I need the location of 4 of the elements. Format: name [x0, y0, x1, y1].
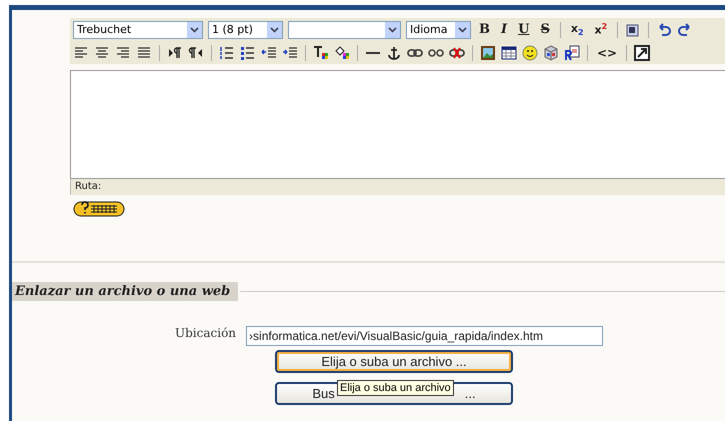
section-title: Enlazar un archivo o una web — [12, 282, 238, 301]
path-label: Ruta: — [75, 181, 102, 192]
tooltip: Elija o suba un archivo — [337, 380, 454, 396]
location-label: Ubicación — [175, 326, 236, 340]
